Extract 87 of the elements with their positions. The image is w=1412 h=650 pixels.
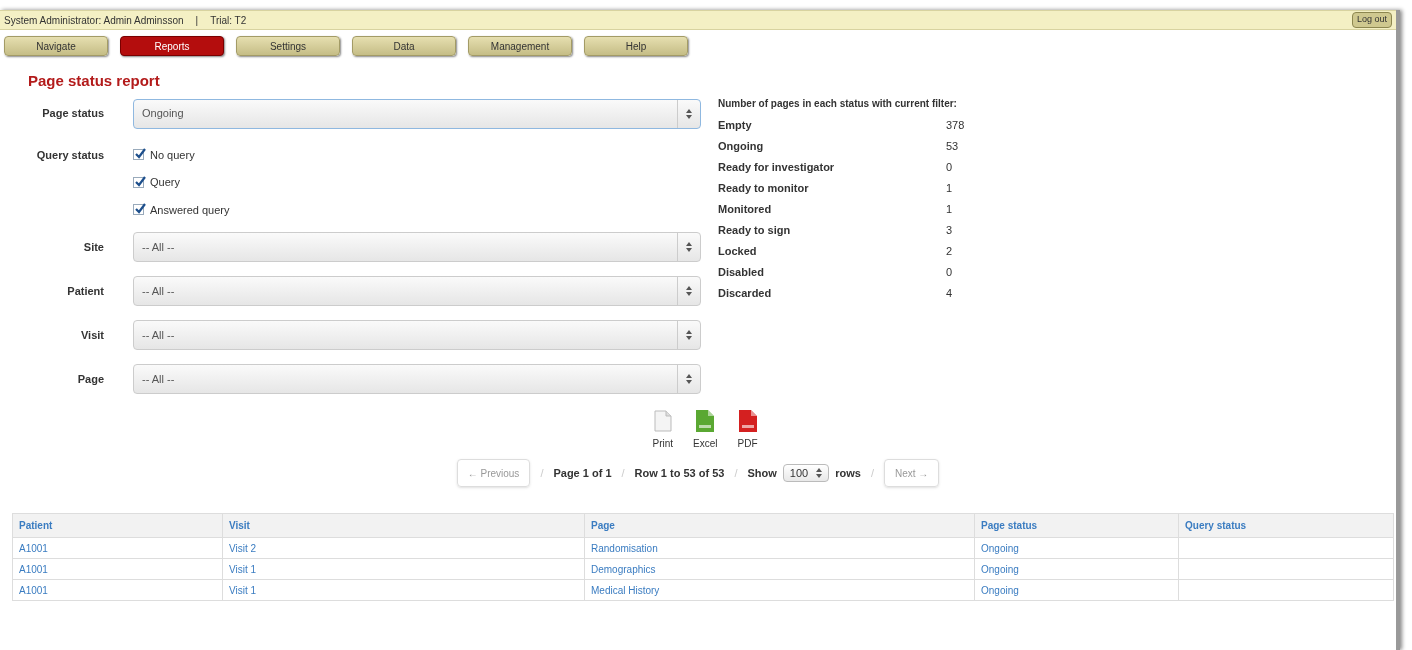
rows-label: rows: [835, 465, 861, 481]
nav-tab[interactable]: Data: [352, 36, 456, 56]
column-header[interactable]: Page status: [974, 513, 1179, 538]
field-label: Site: [82, 239, 104, 255]
export-button[interactable]: Excel: [693, 410, 718, 451]
status-name: Empty: [718, 118, 753, 134]
row-range: Row 1 to 53 of 53: [634, 465, 725, 481]
previous-button[interactable]: ← Previous: [456, 459, 531, 487]
select-field[interactable]: -- All --: [133, 364, 701, 394]
select-field[interactable]: -- All --: [133, 232, 701, 262]
field-label: Page: [76, 371, 104, 387]
table-link[interactable]: Visit 1: [229, 563, 257, 575]
status-name: Discarded: [718, 286, 773, 302]
select-field[interactable]: -- All --: [133, 320, 701, 350]
table-link[interactable]: Visit 1: [229, 584, 257, 596]
table-link[interactable]: Randomisation: [591, 542, 658, 554]
checkbox[interactable]: [133, 176, 144, 188]
separator: /: [870, 465, 874, 481]
nav-tab[interactable]: Help: [584, 36, 688, 56]
table-link[interactable]: A1001: [19, 563, 48, 575]
status-name: Locked: [718, 244, 758, 260]
counts-heading: Number of pages in each status with current filter:: [718, 97, 958, 111]
select-arrows-icon: [686, 330, 692, 340]
table-link[interactable]: Ongoing: [981, 584, 1019, 596]
status-count: 1: [946, 202, 953, 218]
table-link[interactable]: Visit 2: [229, 542, 257, 554]
nav-tab[interactable]: Navigate: [4, 36, 108, 56]
checkbox-label: Answered query: [150, 202, 230, 218]
checkbox-label: No query: [150, 147, 195, 163]
nav-tab[interactable]: Settings: [236, 36, 340, 56]
select-field[interactable]: Ongoing: [133, 98, 701, 129]
status-count: 2: [946, 244, 953, 260]
page-indicator: Page 1 of 1: [553, 465, 612, 481]
status-name: Ready for investigator: [718, 160, 836, 176]
status-count: 4: [946, 286, 953, 302]
select-field[interactable]: -- All --: [133, 276, 701, 306]
field-label: Query status: [35, 147, 104, 163]
separator: /: [734, 465, 738, 481]
table-link[interactable]: Demographics: [591, 563, 656, 575]
select-arrows-icon: [686, 108, 692, 119]
status-count: 0: [946, 160, 953, 176]
column-header[interactable]: Patient: [12, 513, 223, 538]
field-label: Page status: [41, 106, 104, 122]
select-arrows-icon: [686, 374, 692, 384]
select-arrows-icon: [686, 286, 692, 296]
separator: |: [195, 13, 199, 28]
status-count: 1: [946, 181, 953, 197]
status-name: Ready to monitor: [718, 181, 810, 197]
status-name: Disabled: [718, 265, 765, 281]
status-count: 3: [946, 223, 953, 239]
show-label: Show: [747, 465, 777, 481]
status-name: Monitored: [718, 202, 773, 218]
status-count: 0: [946, 265, 953, 281]
document-icon: [653, 410, 672, 432]
spreadsheet-file-icon: [696, 410, 715, 432]
column-header[interactable]: Query status: [1178, 513, 1394, 538]
field-label: Patient: [66, 283, 104, 299]
export-button[interactable]: Print: [652, 410, 674, 451]
separator: /: [540, 465, 544, 481]
user-name: System Administrator: Admin Adminsson: [4, 13, 184, 28]
select-arrows-icon: [816, 468, 823, 478]
pdf-file-icon: [738, 410, 757, 432]
field-label: Visit: [79, 327, 104, 343]
page-size-select[interactable]: 100: [782, 464, 830, 482]
separator: /: [621, 465, 625, 481]
checkbox[interactable]: [133, 149, 144, 161]
nav-tab[interactable]: Management: [468, 36, 572, 56]
checkbox[interactable]: [133, 204, 144, 216]
status-count: 378: [946, 118, 965, 134]
status-name: Ongoing: [718, 139, 765, 155]
nav-tab[interactable]: Reports: [120, 36, 224, 56]
select-arrows-icon: [686, 242, 692, 252]
page-title: Page status report: [28, 71, 161, 91]
table-link[interactable]: A1001: [19, 584, 48, 596]
table-link[interactable]: Ongoing: [981, 542, 1019, 554]
logout-button[interactable]: Log out: [1351, 12, 1392, 28]
table-link[interactable]: Ongoing: [981, 563, 1019, 575]
column-header[interactable]: Visit: [222, 513, 585, 538]
checkbox-label: Query: [150, 175, 180, 190]
status-name: Ready to sign: [718, 223, 792, 239]
trial-name: Trial: T2: [210, 13, 247, 28]
next-button[interactable]: Next →: [883, 459, 940, 487]
table-link[interactable]: A1001: [19, 542, 48, 554]
export-button[interactable]: PDF: [737, 410, 758, 451]
table-link[interactable]: Medical History: [591, 584, 660, 596]
status-count: 53: [946, 139, 959, 155]
column-header[interactable]: Page: [584, 513, 975, 538]
